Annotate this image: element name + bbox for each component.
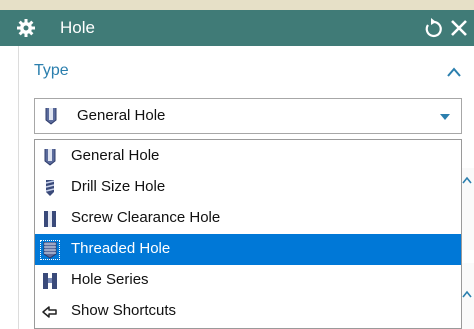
dropdown-item-hole-series[interactable]: Hole Series <box>35 265 461 296</box>
chevron-up-icon <box>462 290 472 298</box>
hole-type-value: General Hole <box>77 107 166 124</box>
dialog-title: Hole <box>60 18 95 37</box>
reset-icon[interactable] <box>422 17 444 39</box>
chevron-up-icon <box>462 176 472 184</box>
screw-clearance-hole-icon <box>44 211 56 227</box>
hole-series-icon <box>43 273 57 289</box>
general-hole-icon <box>45 108 57 125</box>
general-hole-icon <box>44 149 56 166</box>
drill-size-hole-icon <box>45 180 55 196</box>
background-window-strip <box>0 0 474 10</box>
dropdown-item-general-hole[interactable]: General Hole <box>35 141 461 172</box>
threaded-hole-icon <box>40 240 60 260</box>
dialog-titlebar: Hole <box>0 10 474 46</box>
chevron-down-icon[interactable] <box>439 113 451 121</box>
dropdown-item-show-shortcuts[interactable]: Show Shortcuts <box>35 296 461 327</box>
chevron-up-icon[interactable] <box>446 66 462 78</box>
dropdown-item-label: Screw Clearance Hole <box>71 209 221 226</box>
dropdown-item-label: Show Shortcuts <box>71 302 177 319</box>
dropdown-item-label: Hole Series <box>71 271 149 288</box>
dropdown-item-label: General Hole <box>71 147 160 164</box>
hole-type-dropdown-list: General Hole Drill Size Hole Screw Clear… <box>34 139 462 329</box>
arrow-left-icon <box>42 306 57 318</box>
dropdown-item-threaded-hole[interactable]: Threaded Hole <box>35 234 461 265</box>
hole-type-select[interactable]: General Hole <box>34 98 462 134</box>
dropdown-item-screw-clearance-hole[interactable]: Screw Clearance Hole <box>35 203 461 234</box>
type-section-header[interactable]: Type <box>34 62 69 80</box>
gear-icon[interactable] <box>17 19 35 37</box>
dropdown-item-drill-size-hole[interactable]: Drill Size Hole <box>35 172 461 203</box>
dropdown-item-label: Threaded Hole <box>71 240 171 257</box>
dropdown-item-label: Drill Size Hole <box>71 178 166 195</box>
close-icon[interactable] <box>448 17 470 39</box>
